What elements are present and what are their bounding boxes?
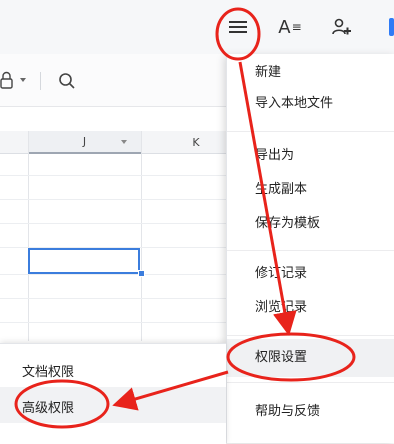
chevron-down-icon[interactable] — [20, 78, 26, 82]
menu-divider — [227, 250, 394, 251]
menu-item-permission-settings[interactable]: 权限设置 — [255, 349, 307, 367]
menu-item-export[interactable]: 导出为 — [255, 147, 294, 165]
grid-line — [0, 175, 240, 176]
column-header-label: J — [82, 135, 87, 148]
permission-submenu: 文档权限 高级权限 — [0, 343, 226, 444]
font-style-icon[interactable]: A ≡ — [276, 13, 304, 41]
menu-item-save-template[interactable]: 保存为模板 — [255, 215, 320, 233]
menu-item-import[interactable]: 导入本地文件 — [255, 95, 333, 113]
hamburger-menu-icon[interactable] — [224, 13, 252, 41]
grid-line — [141, 131, 142, 341]
selected-cell[interactable] — [28, 248, 140, 274]
grid-line — [0, 223, 240, 224]
fill-handle[interactable] — [138, 270, 145, 277]
menu-item-help-feedback[interactable]: 帮助与反馈 — [255, 403, 320, 421]
column-header-j[interactable]: J — [28, 131, 141, 154]
menu-item-highlight — [227, 339, 394, 377]
submenu-item-document-permission[interactable]: 文档权限 — [22, 361, 74, 380]
menu-divider — [227, 335, 394, 336]
search-icon[interactable] — [58, 72, 76, 90]
menu-item-revision-history[interactable]: 修订记录 — [255, 265, 307, 283]
menu-divider — [227, 382, 394, 383]
menu-item-view-history[interactable]: 浏览记录 — [255, 299, 307, 317]
chevron-down-icon[interactable] — [121, 140, 127, 144]
column-header[interactable] — [0, 131, 28, 154]
share-button-edge[interactable] — [389, 18, 394, 36]
grid-line — [0, 298, 240, 299]
lock-icon[interactable] — [0, 71, 16, 89]
top-toolbar: A ≡ — [0, 0, 394, 55]
grid-line — [0, 274, 240, 275]
menu-item-duplicate[interactable]: 生成副本 — [255, 181, 307, 199]
menu-divider — [227, 131, 394, 132]
file-menu: 新建 导入本地文件 导出为 生成副本 保存为模板 修订记录 浏览记录 权限设置 … — [226, 54, 394, 443]
column-header-label: K — [192, 135, 200, 149]
grid-line — [0, 322, 240, 323]
submenu-item-advanced-permission[interactable]: 高级权限 — [22, 397, 74, 416]
menu-item-new[interactable]: 新建 — [255, 64, 281, 82]
toolbar-divider — [40, 72, 41, 90]
grid-line — [28, 131, 29, 341]
grid-line — [0, 199, 240, 200]
user-share-icon[interactable] — [328, 13, 356, 41]
